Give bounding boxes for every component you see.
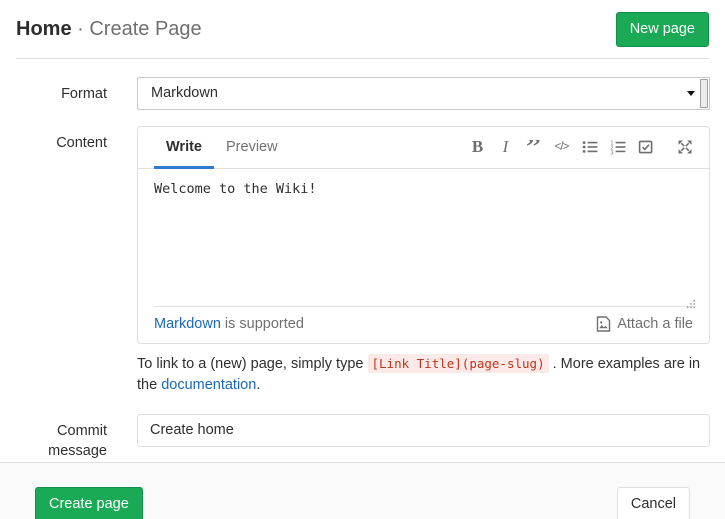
numbered-list-icon[interactable]: 1 2 3 (609, 136, 626, 158)
breadcrumb-create-page: · Create Page (77, 18, 202, 40)
quote-icon[interactable]: ” (525, 140, 542, 154)
commit-message-input[interactable] (137, 414, 710, 447)
editor-area: Welcome to the Wiki! (138, 169, 709, 306)
svg-text:3: 3 (610, 150, 613, 155)
tab-preview[interactable]: Preview (214, 127, 290, 168)
formatting-toolbar: B I ” </> (458, 127, 693, 168)
format-label: Format (16, 77, 107, 110)
code-icon[interactable]: </> (553, 136, 570, 158)
content-label: Content (16, 126, 107, 396)
bold-icon[interactable]: B (469, 136, 486, 158)
form-actions: Create page Cancel (0, 462, 725, 519)
editor-tabs: Write Preview (154, 127, 290, 168)
content-row: Content Write Preview B I ” </> (16, 126, 710, 396)
commit-message-label: Commit message (16, 414, 107, 461)
select-scroll-strip (700, 79, 708, 108)
page-header: Home · Create Page New page (16, 0, 709, 59)
image-file-icon (596, 316, 611, 332)
help-text-end: . (256, 377, 260, 393)
tab-write[interactable]: Write (154, 127, 214, 168)
format-row: Format Markdown (16, 77, 710, 110)
breadcrumb: Home · Create Page (16, 18, 202, 41)
editor-divider (154, 306, 693, 307)
italic-icon[interactable]: I (497, 136, 514, 158)
create-page-form: Format Markdown Content Write Preview (0, 77, 725, 461)
link-help-text: To link to a (new) page, simply type [Li… (137, 354, 710, 396)
help-text-before: To link to a (new) page, simply type (137, 356, 368, 372)
fullscreen-icon[interactable] (676, 136, 693, 158)
wiki-create-page: Home · Create Page New page Format Markd… (0, 0, 725, 519)
cancel-button[interactable]: Cancel (617, 487, 690, 519)
content-textarea[interactable]: Welcome to the Wiki! (138, 169, 709, 306)
resize-grip-icon[interactable] (686, 297, 696, 313)
link-syntax-code: [Link Title](page-slug) (368, 354, 549, 373)
create-page-button[interactable]: Create page (35, 487, 143, 519)
markdown-editor: Write Preview B I ” </> (137, 126, 710, 344)
chevron-down-icon (687, 91, 695, 96)
editor-toolbar: Write Preview B I ” </> (138, 127, 709, 169)
breadcrumb-home: Home (16, 18, 72, 40)
format-select-value: Markdown (151, 85, 218, 101)
commit-message-row: Commit message (16, 414, 710, 461)
new-page-button[interactable]: New page (616, 12, 709, 47)
attach-file-button[interactable]: Attach a file (596, 316, 693, 332)
bullet-list-icon[interactable] (581, 136, 598, 158)
editor-footer: Markdown is supported Attach a file (138, 307, 709, 343)
task-list-icon[interactable] (637, 136, 654, 158)
supported-text: is supported (221, 316, 304, 332)
documentation-link[interactable]: documentation (161, 377, 256, 393)
markdown-link[interactable]: Markdown (154, 316, 221, 332)
format-select[interactable]: Markdown (137, 77, 710, 110)
attach-file-label: Attach a file (617, 316, 693, 332)
markdown-supported-note: Markdown is supported (154, 316, 304, 332)
